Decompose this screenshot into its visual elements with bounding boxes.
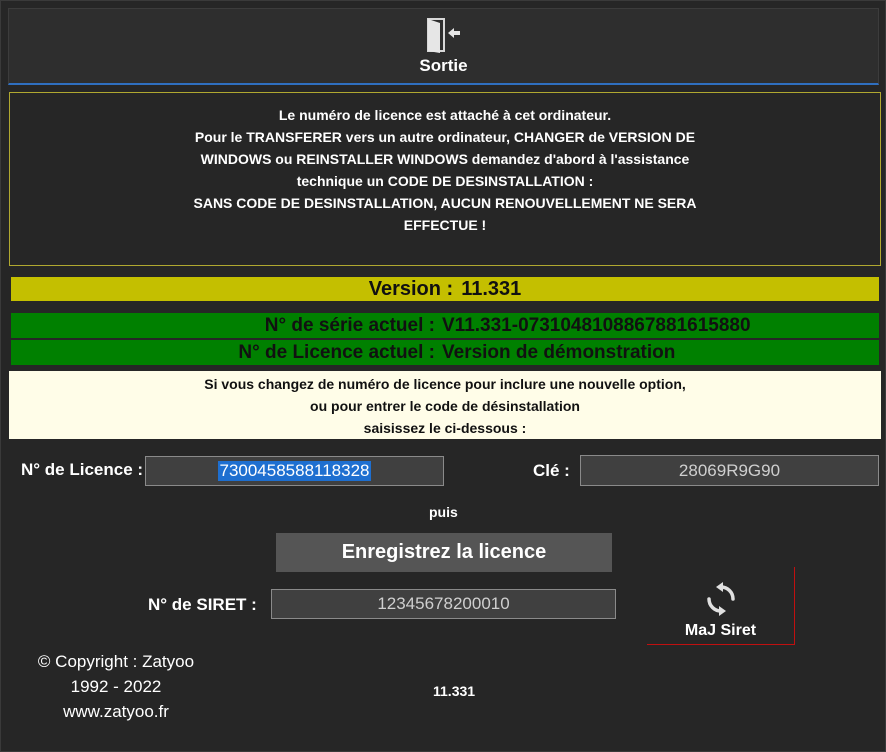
copyright-years: 1992 - 2022 bbox=[70, 677, 162, 696]
exit-door-icon bbox=[426, 18, 460, 53]
version-label: Version : bbox=[368, 277, 454, 300]
warning-line: EFFECTUE ! bbox=[403, 217, 487, 233]
siret-input-value: 12345678200010 bbox=[377, 594, 510, 613]
instruction-line: Si vous changez de numéro de licence pou… bbox=[204, 376, 686, 392]
exit-button[interactable]: Sortie bbox=[8, 8, 879, 85]
licence-window: Sortie Le numéro de licence est attaché … bbox=[0, 0, 886, 752]
warning-line: WINDOWS ou REINSTALLER WINDOWS demandez … bbox=[200, 151, 690, 167]
warning-line: Le numéro de licence est attaché à cet o… bbox=[278, 107, 612, 123]
current-licence-label: N° de Licence actuel : bbox=[238, 341, 435, 363]
siret-input[interactable]: 12345678200010 bbox=[271, 589, 616, 619]
instruction-line: ou pour entrer le code de désinstallatio… bbox=[310, 398, 580, 414]
licence-input-value: 7300458588118328 bbox=[218, 461, 371, 481]
maj-siret-label: MaJ Siret bbox=[684, 622, 757, 639]
puis-label: puis bbox=[429, 504, 458, 520]
refresh-icon bbox=[706, 582, 735, 616]
current-licence-value: Version de démonstration bbox=[442, 341, 676, 363]
siret-label: N° de SIRET : bbox=[148, 595, 257, 614]
licence-input[interactable]: 7300458588118328 bbox=[145, 456, 444, 486]
instructions-box: Si vous changez de numéro de licence pou… bbox=[9, 371, 881, 439]
version-bar: Version : 11.331 bbox=[11, 277, 879, 301]
instruction-line: saisissez le ci-dessous : bbox=[363, 420, 527, 436]
warning-box: Le numéro de licence est attaché à cet o… bbox=[9, 92, 881, 266]
warning-line: SANS CODE DE DESINSTALLATION, AUCUN RENO… bbox=[193, 195, 697, 211]
cle-label: Clé : bbox=[533, 461, 570, 480]
licence-input-label: N° de Licence : bbox=[21, 460, 144, 479]
copyright-block: © Copyright : Zatyoo 1992 - 2022 www.zat… bbox=[21, 649, 211, 724]
exit-label: Sortie bbox=[419, 56, 468, 75]
serial-value: V11.331-0731048108867881615880 bbox=[442, 314, 751, 336]
cle-input-value: 28069R9G90 bbox=[678, 460, 781, 480]
current-licence-bar: N° de Licence actuel : Version de démons… bbox=[11, 340, 879, 365]
footer-version: 11.331 bbox=[433, 683, 476, 699]
cle-input[interactable]: 28069R9G90 bbox=[580, 455, 879, 486]
copyright-line: © Copyright : Zatyoo bbox=[37, 652, 195, 671]
copyright-website: www.zatyoo.fr bbox=[63, 702, 169, 721]
maj-siret-button[interactable]: MaJ Siret bbox=[647, 567, 795, 645]
warning-line: Pour le TRANSFERER vers un autre ordinat… bbox=[194, 129, 696, 145]
serial-bar: N° de série actuel : V11.331-07310481088… bbox=[11, 313, 879, 338]
version-value: 11.331 bbox=[461, 277, 522, 300]
serial-label: N° de série actuel : bbox=[264, 314, 435, 336]
register-licence-button[interactable]: Enregistrez la licence bbox=[276, 533, 612, 572]
warning-line: technique un CODE DE DESINSTALLATION : bbox=[296, 173, 594, 189]
